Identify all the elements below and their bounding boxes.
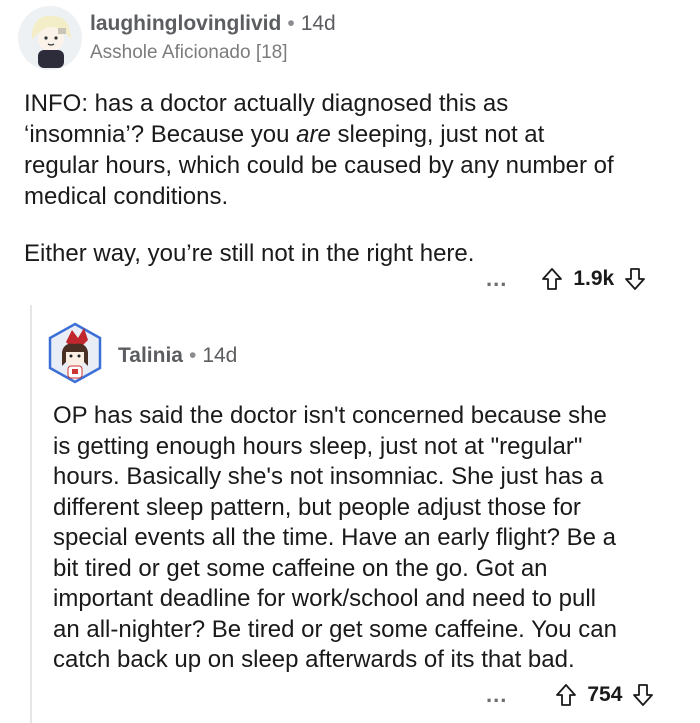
comment-paragraph: OP has said the doctor isn't concerned b… [53, 402, 617, 673]
meta-separator: • [188, 344, 197, 367]
meta-separator: • [287, 12, 295, 35]
comment-paragraph: Either way, you’re still not in the righ… [24, 240, 475, 267]
emphasis-text: are [296, 121, 331, 148]
timestamp[interactable]: 14d [301, 12, 336, 35]
username[interactable]: laughinglovinglivid [90, 12, 281, 35]
downvote-arrow-icon[interactable] [624, 267, 646, 291]
more-options-button[interactable]: ... [486, 266, 507, 292]
comment-meta: laughinglovinglivid • 14d [90, 12, 336, 36]
upvote-arrow-icon[interactable] [555, 683, 577, 707]
username[interactable]: Talinia [118, 344, 183, 367]
timestamp[interactable]: 14d [202, 344, 237, 367]
vote-score: 1.9k [573, 267, 615, 290]
avatar[interactable] [18, 6, 82, 70]
comment-actions: ... 1.9k [486, 266, 646, 292]
user-avatar-icon [18, 6, 82, 70]
thread-line[interactable] [30, 305, 32, 723]
upvote-arrow-icon[interactable] [541, 267, 563, 291]
comment-body: INFO: has a doctor actually diagnosed th… [24, 88, 684, 269]
comment-actions: ... 754 [486, 682, 654, 708]
vote-score: 754 [587, 683, 623, 706]
more-options-button[interactable]: ... [486, 682, 507, 708]
avatar[interactable] [44, 322, 106, 384]
comment-meta: Talinia • 14d [118, 344, 237, 368]
comment-body: OP has said the doctor isn't concerned b… [53, 401, 693, 676]
user-flair: Asshole Aficionado [18] [90, 42, 288, 63]
user-avatar-icon [48, 322, 102, 384]
downvote-arrow-icon[interactable] [632, 683, 654, 707]
comment-paragraph: INFO: has a doctor actually diagnosed th… [24, 90, 614, 210]
